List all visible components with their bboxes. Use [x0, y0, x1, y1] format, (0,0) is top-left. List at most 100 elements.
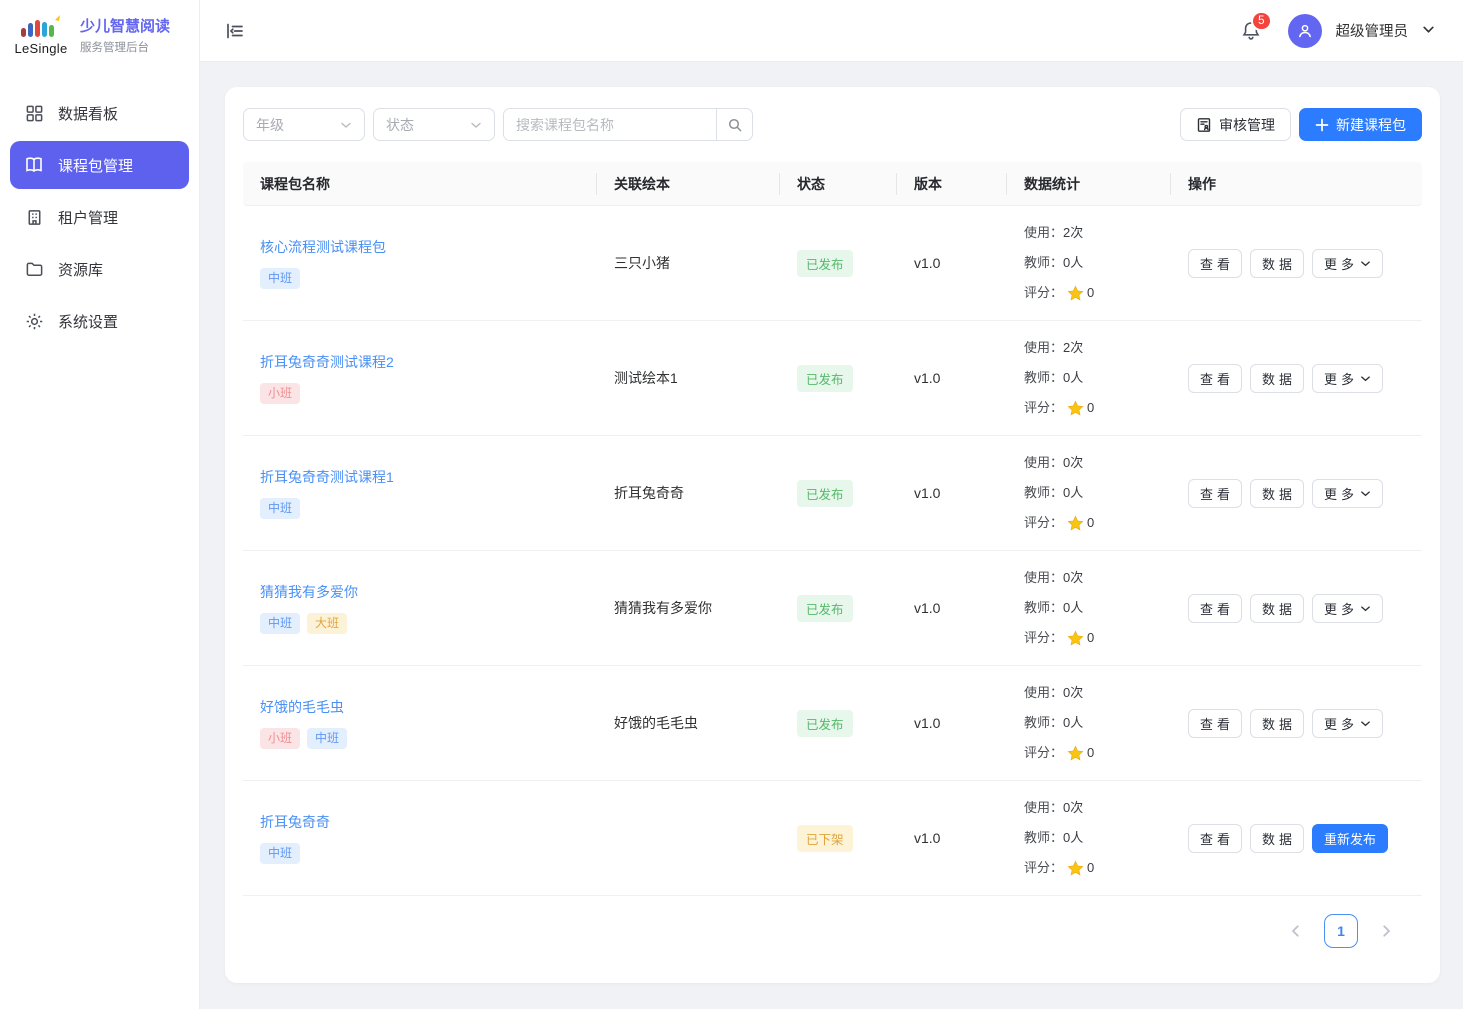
- building-icon: [24, 207, 44, 227]
- page-number-1[interactable]: 1: [1324, 914, 1358, 948]
- grade-select[interactable]: 年级: [243, 108, 365, 141]
- lesingle-logo-icon: LeSingle: [12, 14, 70, 56]
- sidebar-item-label: 课程包管理: [58, 155, 133, 176]
- plus-icon: [1315, 118, 1329, 132]
- package-name-link[interactable]: 折耳兔奇奇测试课程1: [260, 467, 394, 487]
- row-actions: 查看数据更多: [1188, 709, 1422, 738]
- version-cell: v1.0: [914, 485, 940, 501]
- more-button[interactable]: 更多: [1312, 479, 1383, 508]
- chevron-down-icon: [1360, 488, 1371, 499]
- package-name-link[interactable]: 折耳兔奇奇: [260, 812, 330, 832]
- package-name-link[interactable]: 核心流程测试课程包: [260, 237, 386, 257]
- grade-tag: 大班: [307, 613, 347, 633]
- more-button[interactable]: 更多: [1312, 364, 1383, 393]
- topbar: 5 超级管理员: [200, 0, 1463, 62]
- linked-book-cell: 猜猜我有多爱你: [597, 598, 780, 618]
- user-menu-chevron-down-icon[interactable]: [1422, 23, 1435, 39]
- sidebar: LeSingle 少儿智慧阅读 服务管理后台 数据看板 课程包: [0, 0, 200, 1009]
- sidebar-item-label: 租户管理: [58, 207, 118, 228]
- row-actions: 查看数据更多: [1188, 364, 1422, 393]
- package-name-link[interactable]: 猜猜我有多爱你: [260, 582, 358, 602]
- grade-tags: 中班大班: [260, 613, 597, 633]
- package-name-link[interactable]: 好饿的毛毛虫: [260, 697, 344, 717]
- more-button[interactable]: 更多: [1312, 709, 1383, 738]
- linked-book-cell: 三只小猪: [597, 253, 780, 273]
- view-button[interactable]: 查看: [1188, 364, 1242, 393]
- star-icon: [1067, 515, 1084, 532]
- search-input[interactable]: [504, 109, 716, 140]
- column-header-stats: 数据统计: [1007, 162, 1171, 205]
- view-button[interactable]: 查看: [1188, 824, 1242, 853]
- stats-cell: 使用：0次 教师：0人 评分：0: [1007, 793, 1171, 883]
- star-icon: [1067, 745, 1084, 762]
- more-button[interactable]: 更多: [1312, 249, 1383, 278]
- logo-wordmark: LeSingle: [15, 41, 68, 56]
- sidebar-item-resources[interactable]: 资源库: [10, 245, 189, 293]
- view-button[interactable]: 查看: [1188, 249, 1242, 278]
- user-avatar[interactable]: [1288, 14, 1322, 48]
- chevron-down-icon: [1360, 373, 1371, 384]
- sidebar-item-course-packages[interactable]: 课程包管理: [10, 141, 189, 189]
- grade-tag: 中班: [260, 268, 300, 288]
- sidebar-item-settings[interactable]: 系统设置: [10, 297, 189, 345]
- data-button[interactable]: 数据: [1250, 824, 1304, 853]
- stats-cell: 使用：0次 教师：0人 评分：0: [1007, 563, 1171, 653]
- dashboard-icon: [24, 103, 44, 123]
- prev-page-icon[interactable]: [1284, 919, 1308, 943]
- grade-tag: 中班: [260, 613, 300, 633]
- notification-bell-icon[interactable]: 5: [1238, 18, 1264, 44]
- create-package-button[interactable]: 新建课程包: [1299, 108, 1422, 141]
- data-button[interactable]: 数据: [1250, 479, 1304, 508]
- sidebar-item-tenants[interactable]: 租户管理: [10, 193, 189, 241]
- grade-tag: 中班: [260, 498, 300, 518]
- chevron-down-icon: [1360, 603, 1371, 614]
- star-icon: [1067, 630, 1084, 647]
- linked-book-cell: 测试绘本1: [597, 368, 780, 388]
- course-package-table: 课程包名称 关联绘本 状态 版本 数据统计 操作 核心流程测试课程包 中班 三只…: [243, 162, 1422, 896]
- stats-cell: 使用：2次 教师：0人 评分：0: [1007, 333, 1171, 423]
- more-button[interactable]: 更多: [1312, 594, 1383, 623]
- linked-book-cell: 好饿的毛毛虫: [597, 713, 780, 733]
- grade-tags: 中班: [260, 843, 597, 863]
- status-badge: 已发布: [797, 595, 853, 622]
- stats-cell: 使用：0次 教师：0人 评分：0: [1007, 678, 1171, 768]
- filter-toolbar: 年级 状态 审核管理 新建课程包: [243, 108, 1422, 141]
- sidebar-item-label: 系统设置: [58, 311, 118, 332]
- chevron-down-icon: [340, 119, 352, 131]
- version-cell: v1.0: [914, 370, 940, 386]
- search-button[interactable]: [716, 109, 752, 140]
- sidebar-menu: 数据看板 课程包管理 租户管理: [0, 88, 199, 346]
- sidebar-item-label: 数据看板: [58, 103, 118, 124]
- data-button[interactable]: 数据: [1250, 364, 1304, 393]
- view-button[interactable]: 查看: [1188, 709, 1242, 738]
- row-actions: 查看数据更多: [1188, 594, 1422, 623]
- grade-tag: 小班: [260, 383, 300, 403]
- status-select[interactable]: 状态: [373, 108, 495, 141]
- sidebar-collapse-icon[interactable]: [222, 18, 248, 44]
- package-name-link[interactable]: 折耳兔奇奇测试课程2: [260, 352, 394, 372]
- table-row: 核心流程测试课程包 中班 三只小猪 已发布 v1.0 使用：2次 教师：0人 评…: [243, 206, 1422, 321]
- column-header-name: 课程包名称: [243, 162, 597, 205]
- table-row: 猜猜我有多爱你 中班大班 猜猜我有多爱你 已发布 v1.0 使用：0次 教师：0…: [243, 551, 1422, 666]
- table-row: 折耳兔奇奇测试课程1 中班 折耳兔奇奇 已发布 v1.0 使用：0次 教师：0人…: [243, 436, 1422, 551]
- chevron-down-icon: [1360, 718, 1371, 729]
- status-badge: 已发布: [797, 250, 853, 277]
- book-icon: [24, 155, 44, 175]
- version-cell: v1.0: [914, 255, 940, 271]
- audit-management-button[interactable]: 审核管理: [1180, 108, 1291, 141]
- row-actions: 查看数据更多: [1188, 249, 1422, 278]
- grade-tags: 小班: [260, 383, 597, 403]
- data-button[interactable]: 数据: [1250, 709, 1304, 738]
- table-row: 折耳兔奇奇测试课程2 小班 测试绘本1 已发布 v1.0 使用：2次 教师：0人…: [243, 321, 1422, 436]
- linked-book-cell: 折耳兔奇奇: [597, 483, 780, 503]
- grade-select-placeholder: 年级: [256, 115, 284, 135]
- sidebar-item-dashboard[interactable]: 数据看板: [10, 89, 189, 137]
- data-button[interactable]: 数据: [1250, 249, 1304, 278]
- notification-count-badge: 5: [1251, 11, 1271, 31]
- republish-button[interactable]: 重新发布: [1312, 824, 1388, 853]
- view-button[interactable]: 查看: [1188, 479, 1242, 508]
- chevron-down-icon: [470, 119, 482, 131]
- next-page-icon[interactable]: [1374, 919, 1398, 943]
- data-button[interactable]: 数据: [1250, 594, 1304, 623]
- view-button[interactable]: 查看: [1188, 594, 1242, 623]
